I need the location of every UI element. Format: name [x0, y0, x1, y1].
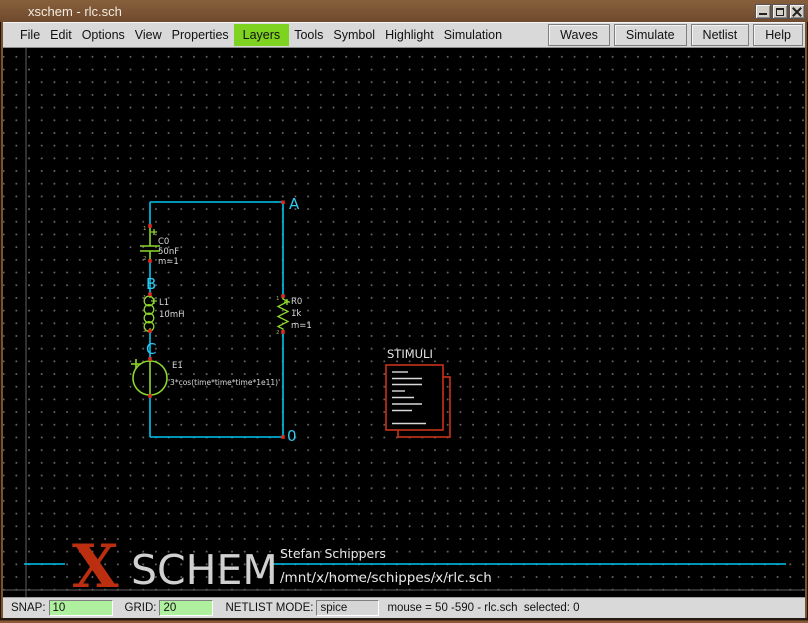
menu-layers[interactable]: Layers: [234, 24, 290, 46]
netlist-mode-label: NETLIST MODE:: [225, 602, 313, 614]
menu-symbol[interactable]: Symbol: [328, 24, 380, 46]
menu-simulation[interactable]: Simulation: [439, 24, 507, 46]
capacitor-value: 50nF: [158, 247, 179, 257]
file-path-text: /mnt/x/home/schippes/x/rlc.sch: [280, 570, 492, 586]
grid-input[interactable]: [159, 600, 213, 616]
menu-properties[interactable]: Properties: [167, 24, 234, 46]
maximize-button[interactable]: [772, 4, 788, 19]
window-frame-bottom: [0, 618, 808, 623]
help-button[interactable]: Help: [753, 24, 803, 46]
netlist-button[interactable]: Netlist: [691, 24, 750, 46]
resistor-pin1-number: 1: [276, 296, 280, 302]
title-block: X SCHEM Stefan Schippers /mnt/x/home/sch…: [24, 532, 786, 597]
node-label-a[interactable]: A: [289, 195, 300, 213]
schematic-svg: 1 2 C0 50nF m=1 1 2 L1 10mH: [3, 48, 805, 597]
capacitor-mult: m=1: [158, 257, 179, 267]
minimize-button[interactable]: [755, 4, 771, 19]
source-value: '3*cos(time*time*time*1e11)': [168, 378, 280, 387]
window-title: xschem - rlc.sch: [28, 4, 122, 19]
statusbar: SNAP: GRID: NETLIST MODE: mouse = 50 -59…: [3, 597, 805, 618]
source-name: E1: [172, 361, 183, 371]
menu-edit[interactable]: Edit: [45, 24, 77, 46]
resistor-symbol[interactable]: 1 2 R0 1k m=1: [276, 296, 312, 336]
inductor-value: 10mH: [159, 310, 185, 320]
capacitor-name: C0: [158, 237, 169, 247]
source-plus-icon: [131, 359, 141, 369]
minimize-icon: [759, 13, 767, 15]
close-button[interactable]: [789, 4, 805, 19]
resistor-pin2-number: 2: [276, 330, 280, 336]
xschem-window: xschem - rlc.sch File Edit Options View …: [0, 0, 808, 623]
menu-tools[interactable]: Tools: [289, 24, 328, 46]
inductor-pin2-number: 2: [143, 328, 147, 334]
inductor-pin1-number: 1: [143, 295, 147, 301]
mouse-coordinates-status: mouse = 50 -590 - rlc.sch selected: 0: [387, 602, 579, 614]
capacitor-plus-icon: [151, 229, 157, 235]
capacitor-pin1-number: 1: [143, 226, 147, 232]
menu-view[interactable]: View: [130, 24, 167, 46]
resistor-name: R0: [291, 297, 302, 307]
menu-file[interactable]: File: [15, 24, 45, 46]
node-label-b[interactable]: B: [146, 275, 156, 293]
inductor-name: L1: [159, 298, 169, 308]
capacitor-symbol[interactable]: 1 2 C0 50nF m=1: [140, 226, 179, 267]
stimuli-label: STIMULI: [387, 347, 433, 361]
snap-input[interactable]: [49, 600, 113, 616]
inductor-symbol[interactable]: 1 2 L1 10mH: [143, 295, 185, 334]
inductor-plus-icon: [151, 298, 157, 304]
titlebar[interactable]: xschem - rlc.sch: [0, 0, 808, 22]
window-controls: [755, 4, 805, 19]
waves-button[interactable]: Waves: [548, 24, 610, 46]
grid-label: GRID:: [125, 602, 157, 614]
menu-highlight[interactable]: Highlight: [380, 24, 439, 46]
capacitor-pin2-number: 2: [143, 256, 147, 262]
resistor-mult: m=1: [291, 321, 312, 331]
source-symbol[interactable]: E1 '3*cos(time*time*time*1e11)': [131, 359, 280, 396]
author-text: Stefan Schippers: [280, 546, 386, 561]
menubar: File Edit Options View Properties Layers…: [3, 22, 805, 48]
close-icon: [792, 7, 802, 17]
xschem-logo-text: SCHEM: [131, 546, 278, 594]
window-frame-left: [0, 22, 3, 623]
schematic-canvas[interactable]: 1 2 C0 50nF m=1 1 2 L1 10mH: [3, 48, 805, 597]
maximize-icon: [776, 8, 784, 16]
node-label-gnd[interactable]: 0: [287, 427, 297, 445]
netlist-mode-input[interactable]: [316, 600, 379, 616]
node-label-c[interactable]: C: [146, 340, 156, 358]
stimuli-block[interactable]: STIMULI: [386, 347, 450, 437]
snap-label: SNAP:: [11, 602, 46, 614]
xschem-logo-x: X: [72, 532, 119, 597]
resistor-value: 1k: [291, 309, 301, 319]
menu-options[interactable]: Options: [77, 24, 130, 46]
simulate-button[interactable]: Simulate: [614, 24, 687, 46]
